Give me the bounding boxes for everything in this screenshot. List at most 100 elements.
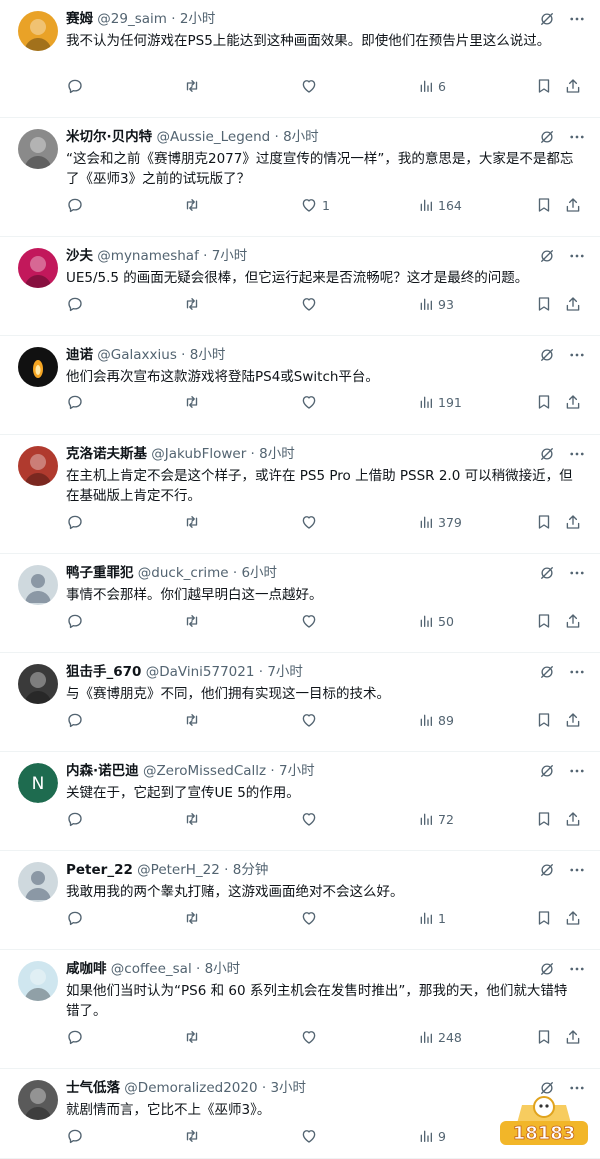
reply-button[interactable] <box>66 76 84 96</box>
like-button[interactable] <box>300 294 322 314</box>
bookmark-button[interactable] <box>535 392 553 412</box>
display-name[interactable]: 咸咖啡 <box>66 961 107 977</box>
user-handle[interactable]: @Aussie_Legend <box>156 129 270 145</box>
like-button[interactable] <box>300 512 322 532</box>
avatar[interactable] <box>18 248 58 288</box>
views-button[interactable]: 191 <box>418 392 462 412</box>
retweet-button[interactable] <box>183 809 201 829</box>
avatar[interactable] <box>18 664 58 704</box>
share-button[interactable] <box>564 908 582 928</box>
retweet-button[interactable] <box>183 1126 201 1146</box>
grok-button[interactable] <box>538 663 556 685</box>
like-button[interactable] <box>300 1126 322 1146</box>
display-name[interactable]: Peter_22 <box>66 862 133 878</box>
share-button[interactable] <box>564 76 582 96</box>
user-handle[interactable]: @Demoralized2020 <box>124 1080 257 1096</box>
display-name[interactable]: 克洛诺夫斯基 <box>66 446 147 462</box>
bookmark-button[interactable] <box>535 710 553 730</box>
timestamp[interactable]: 7小时 <box>212 248 248 264</box>
grok-button[interactable] <box>538 960 556 982</box>
grok-button[interactable] <box>538 10 556 32</box>
retweet-button[interactable] <box>183 392 201 412</box>
reply-tweet[interactable]: 鸭子重罪犯 @duck_crime · 6小时 事情不会那样。你们越早明白这一点越… <box>0 554 600 653</box>
reply-tweet[interactable]: N 内森·诺巴迪 @ZeroMissedCallz · 7小时 关键在于，它起到了宣… <box>0 752 600 851</box>
user-handle[interactable]: @duck_crime <box>138 565 229 581</box>
reply-tweet[interactable]: 赛姆 @29_saim · 2小时 我不认为任何游戏在PS5上能达到这种画面效果。… <box>0 0 600 118</box>
display-name[interactable]: 迪诺 <box>66 347 93 363</box>
retweet-button[interactable] <box>183 512 201 532</box>
display-name[interactable]: 赛姆 <box>66 11 93 27</box>
timestamp[interactable]: 8小时 <box>283 129 319 145</box>
like-button[interactable] <box>300 611 322 631</box>
grok-button[interactable] <box>538 445 556 467</box>
reply-button[interactable] <box>66 1027 84 1047</box>
display-name[interactable]: 士气低落 <box>66 1080 120 1096</box>
reply-tweet[interactable]: 咸咖啡 @coffee_sal · 8小时 如果他们当时认为“PS6 和 60 系… <box>0 950 600 1069</box>
share-button[interactable] <box>564 611 582 631</box>
views-button[interactable]: 6 <box>418 76 446 96</box>
grok-button[interactable] <box>538 247 556 269</box>
display-name[interactable]: 沙夫 <box>66 248 93 264</box>
timestamp[interactable]: 7小时 <box>279 763 315 779</box>
avatar[interactable] <box>18 11 58 51</box>
views-button[interactable]: 89 <box>418 710 454 730</box>
user-handle[interactable]: @29_saim <box>97 11 167 27</box>
like-button[interactable]: 1 <box>300 195 330 215</box>
user-handle[interactable]: @coffee_sal <box>111 961 192 977</box>
avatar[interactable]: N <box>18 763 58 803</box>
more-button[interactable] <box>568 10 586 32</box>
more-button[interactable] <box>568 564 586 586</box>
bookmark-button[interactable] <box>535 195 553 215</box>
display-name[interactable]: 米切尔·贝内特 <box>66 129 152 145</box>
reply-button[interactable] <box>66 809 84 829</box>
reply-button[interactable] <box>66 294 84 314</box>
user-handle[interactable]: @PeterH_22 <box>137 862 220 878</box>
reply-button[interactable] <box>66 195 84 215</box>
share-button[interactable] <box>564 809 582 829</box>
like-button[interactable] <box>300 908 322 928</box>
avatar[interactable] <box>18 961 58 1001</box>
avatar[interactable] <box>18 347 58 387</box>
timestamp[interactable]: 2小时 <box>180 11 216 27</box>
retweet-button[interactable] <box>183 76 201 96</box>
user-handle[interactable]: @mynameshaf <box>97 248 199 264</box>
bookmark-button[interactable] <box>535 512 553 532</box>
like-button[interactable] <box>300 392 322 412</box>
bookmark-button[interactable] <box>535 1027 553 1047</box>
user-handle[interactable]: @JakubFlower <box>151 446 246 462</box>
grok-button[interactable] <box>538 861 556 883</box>
timestamp[interactable]: 8分钟 <box>233 862 269 878</box>
bookmark-button[interactable] <box>535 76 553 96</box>
like-button[interactable] <box>300 809 322 829</box>
retweet-button[interactable] <box>183 195 201 215</box>
reply-button[interactable] <box>66 1126 84 1146</box>
avatar[interactable] <box>18 862 58 902</box>
more-button[interactable] <box>568 128 586 150</box>
views-button[interactable]: 9 <box>418 1126 446 1146</box>
more-button[interactable] <box>568 663 586 685</box>
avatar[interactable] <box>18 446 58 486</box>
reply-tweet[interactable]: 沙夫 @mynameshaf · 7小时 UE5/5.5 的画面无疑会很棒，但它运… <box>0 237 600 336</box>
bookmark-button[interactable] <box>535 809 553 829</box>
retweet-button[interactable] <box>183 294 201 314</box>
views-button[interactable]: 379 <box>418 512 462 532</box>
reply-button[interactable] <box>66 908 84 928</box>
views-button[interactable]: 248 <box>418 1027 462 1047</box>
bookmark-button[interactable] <box>535 908 553 928</box>
reply-button[interactable] <box>66 710 84 730</box>
avatar[interactable] <box>18 129 58 169</box>
timestamp[interactable]: 3小时 <box>270 1080 306 1096</box>
user-handle[interactable]: @DaVini577021 <box>146 664 255 680</box>
timestamp[interactable]: 7小时 <box>267 664 303 680</box>
more-button[interactable] <box>568 960 586 982</box>
bookmark-button[interactable] <box>535 611 553 631</box>
timestamp[interactable]: 8小时 <box>259 446 295 462</box>
share-button[interactable] <box>564 512 582 532</box>
share-button[interactable] <box>564 710 582 730</box>
reply-button[interactable] <box>66 512 84 532</box>
views-button[interactable]: 93 <box>418 294 454 314</box>
reply-tweet[interactable]: Peter_22 @PeterH_22 · 8分钟 我敢用我的两个睾丸打赌，这游戏… <box>0 851 600 950</box>
views-button[interactable]: 164 <box>418 195 462 215</box>
display-name[interactable]: 鸭子重罪犯 <box>66 565 134 581</box>
retweet-button[interactable] <box>183 710 201 730</box>
